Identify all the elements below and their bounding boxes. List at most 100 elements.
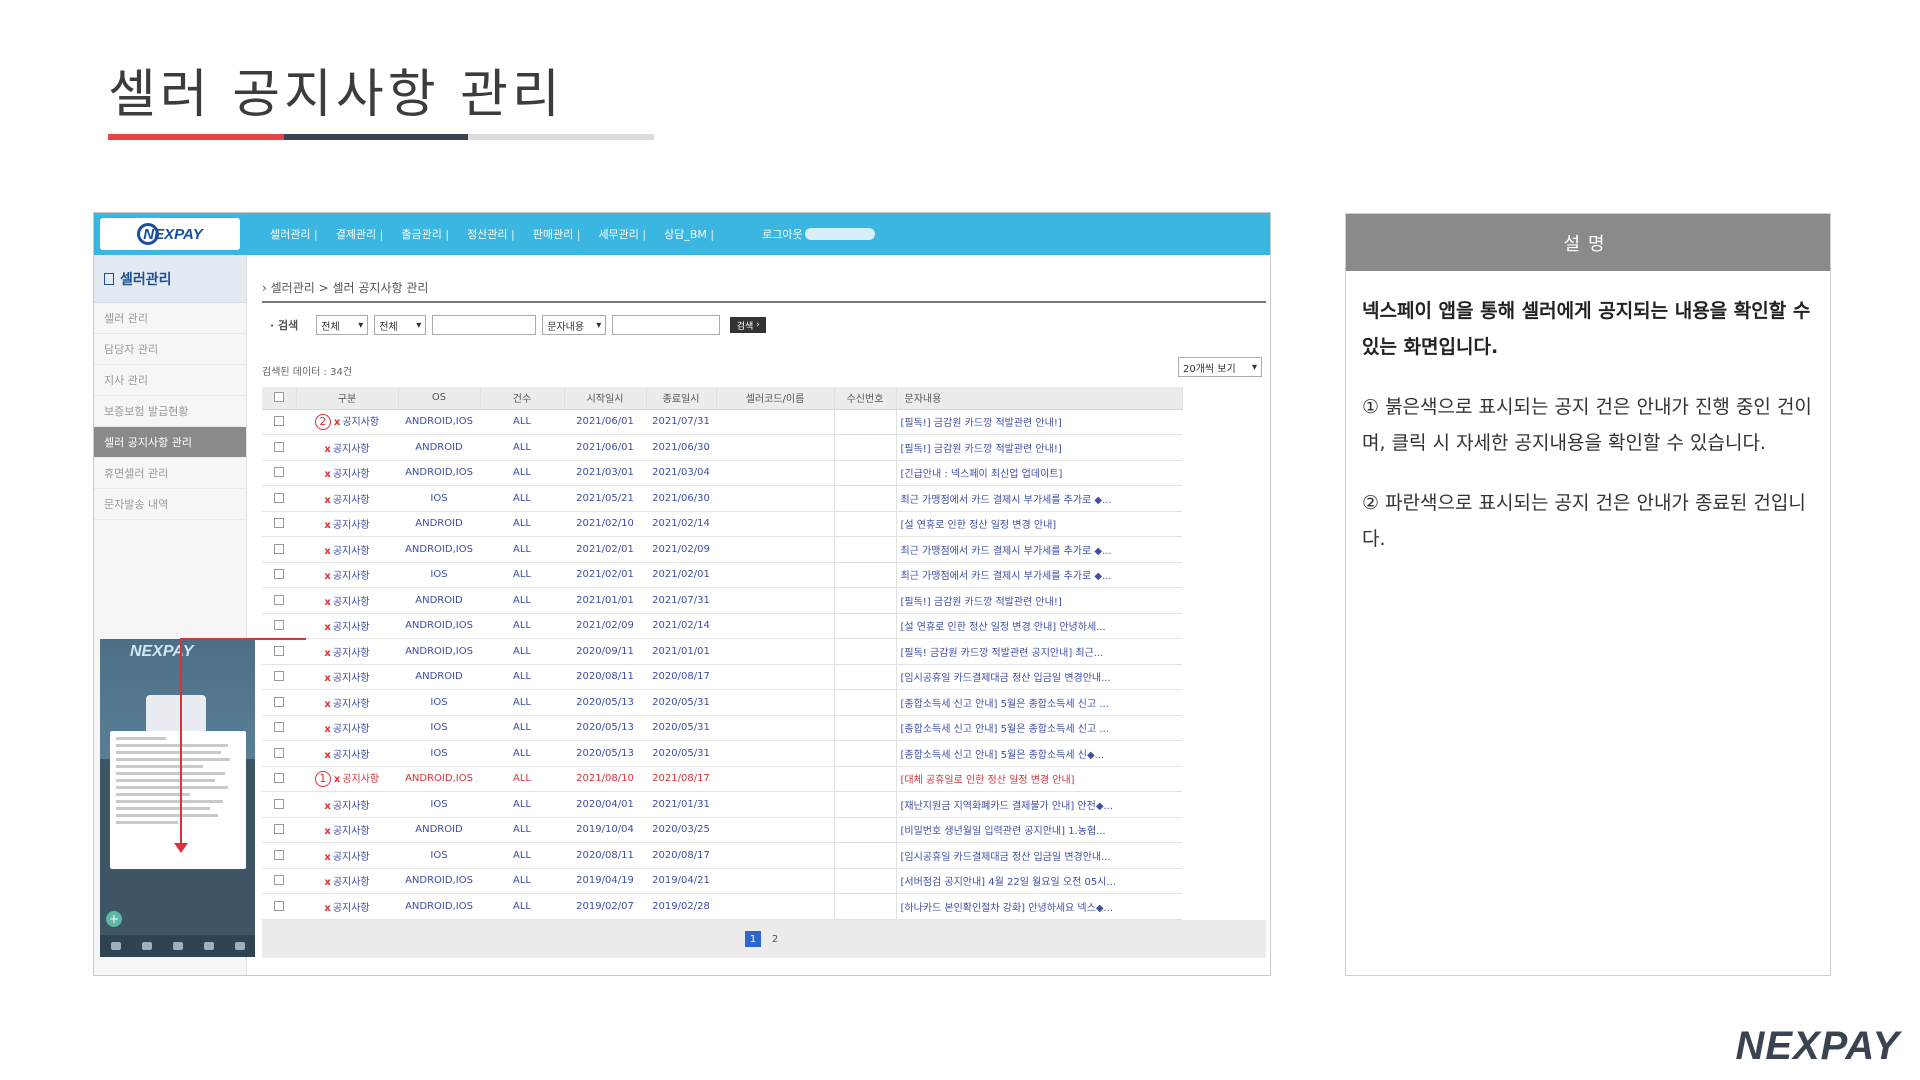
row-checkbox[interactable] [274,492,284,503]
row-checkbox[interactable] [274,467,284,478]
seller-cell [716,409,834,435]
row-checkbox[interactable] [274,824,284,835]
sidebar-item[interactable]: 보증보험 발급현황 [94,396,246,427]
row-checkbox[interactable] [274,441,284,452]
message-cell[interactable]: [종합소득세 신고 안내] 5월은 종합소득세 신고 ... [896,689,1182,716]
phone-cell [833,536,897,563]
menu-item[interactable]: 판매관리 [533,226,581,242]
row-checkbox[interactable] [274,594,284,605]
row-checkbox[interactable] [274,849,284,860]
message-cell[interactable]: [재난지원금 지역화폐카드 결제불가 안내] 안전◆... [896,791,1182,818]
message-cell[interactable]: [필독!] 금감원 카드깡 적발관련 안내!] [896,434,1182,461]
table-row[interactable]: x 공지사항 ANDROID,IOS ALL 2019/04/19 2019/04/21[… [262,867,1266,894]
page-button[interactable]: 2 [767,931,783,947]
message-cell[interactable]: [필독! 금감원 카드깡 적발관련 공지안내] 최근... [896,638,1182,665]
table-row[interactable]: x 공지사항 ANDROID,IOS ALL 2020/09/11 2021/01/01[… [262,638,1266,665]
message-cell[interactable]: [설 연휴로 인한 정산 일정 변경 안내] 안녕하세... [896,613,1182,639]
sidebar-item[interactable]: 셀러 관리 [94,303,246,334]
menu-item[interactable]: 결제관리 [336,226,384,242]
row-checkbox[interactable] [274,722,284,733]
row-checkbox[interactable] [274,798,284,809]
row-checkbox[interactable] [274,900,284,911]
message-cell[interactable]: [필독!] 금감원 카드깡 적발관련 안내!] [896,587,1182,614]
table-row[interactable]: x 공지사항 IOS ALL 2020/05/13 2020/05/31 [종합소득세 신고… [262,714,1266,741]
menu-item[interactable]: 상담_BM [664,226,714,242]
message-cell[interactable]: 최근 가맹점에서 카드 결제시 부가세를 추가로 ◆... [896,536,1182,563]
table-row[interactable]: x 공지사항 ANDROID ALL 2019/10/04 2020/03/25 [비밀번호… [262,816,1266,843]
row-checkbox[interactable] [274,416,284,427]
row-checkbox[interactable] [274,696,284,707]
row-checkbox[interactable] [274,569,284,580]
row-checkbox[interactable] [274,645,284,656]
app-logo[interactable]: NEXPAY [100,218,240,250]
count-cell: ALL [480,587,564,614]
search-input-2[interactable] [612,315,721,335]
table-row[interactable]: x 공지사항 ANDROID ALL 2020/08/11 2020/08/17 [임시공휴… [262,663,1266,690]
table-row[interactable]: x 공지사항 ANDROID ALL 2021/01/01 2021/07/31 [필독!]… [262,587,1266,614]
x-icon: x [333,417,341,429]
message-cell[interactable]: [필독!] 금감원 카드깡 적발관련 안내!] [896,409,1182,435]
table-row[interactable]: x 공지사항 IOS ALL 2020/08/11 2020/08/17 [임시공휴일 카드… [262,842,1266,869]
message-cell[interactable]: [대체 공휴일로 인한 정산 일정 변경 안내] [896,766,1182,792]
table-row[interactable]: x 공지사항 IOS ALL 2021/02/01 2021/02/01 최근 가맹점에서 … [262,561,1266,588]
sidebar-item[interactable]: 담당자 관리 [94,334,246,365]
table-row[interactable]: x 공지사항 IOS ALL 2020/04/01 2021/01/31 [재난지원금 지역… [262,791,1266,818]
table-row[interactable]: 2 x 공지사항 ANDROID,IOS ALL 2021/06/01 2021/07/31… [262,408,1266,435]
search-select-1[interactable]: 전체 ▾ [316,315,369,335]
message-cell[interactable]: [서버점검 공지안내] 4월 22일 월요일 오전 05시... [896,868,1182,894]
page-size-select[interactable]: 20개씩 보기 ▾ [1178,357,1262,377]
menu-item[interactable]: 정산관리 [467,226,515,242]
search-field-select[interactable]: 문자내용 ▾ [542,315,607,335]
os-cell: ANDROID,IOS [398,613,480,639]
menu-item[interactable]: 출금관리 [401,226,449,242]
row-checkbox[interactable] [274,875,284,886]
table-row[interactable]: x 공지사항 IOS ALL 2020/05/13 2020/05/31 [종합소득세 신고… [262,740,1266,767]
sidebar-item[interactable]: 지사 관리 [94,365,246,396]
row-checkbox[interactable] [274,518,284,529]
message-cell[interactable]: [설 연휴로 인한 정산 일정 변경 안내] [896,511,1182,537]
menu-item[interactable]: 세무관리 [598,226,646,242]
message-cell[interactable]: [비밀번호 생년월일 입력관련 공지안내] 1.농협... [896,817,1182,843]
row-checkbox[interactable] [274,773,284,784]
os-cell: ANDROID [398,664,480,690]
end-cell: 2021/01/01 [646,638,716,665]
table-row[interactable]: x 공지사항 IOS ALL 2021/05/21 2021/06/30 최근 가맹점에서 … [262,485,1266,512]
message-cell[interactable]: 최근 가맹점에서 카드 결제시 부가세를 추가로 ◆... [896,562,1182,588]
page-button[interactable]: 1 [745,931,761,947]
os-cell: ANDROID,IOS [398,893,480,920]
table-row[interactable]: x 공지사항 IOS ALL 2020/05/13 2020/05/31 [종합소득세 신고… [262,689,1266,716]
table-row[interactable]: 1 x 공지사항 ANDROID,IOS ALL 2021/08/10 2021/08/17… [262,765,1266,792]
table-row[interactable]: x 공지사항 ANDROID,IOS ALL 2021/03/01 2021/03/04[… [262,459,1266,486]
row-checkbox[interactable] [274,543,284,554]
end-cell: 2021/01/31 [646,791,716,818]
sidebar-item[interactable]: 문자발송 내역 [94,489,246,520]
select-all-checkbox[interactable] [273,392,284,403]
table-row[interactable]: x 공지사항 ANDROID ALL 2021/02/10 2021/02/14 [설 연휴… [262,510,1266,537]
table-row[interactable]: x 공지사항 ANDROID,IOS ALL 2021/02/01 2021/02/09 최… [262,536,1266,563]
row-checkbox[interactable] [274,747,284,758]
phone-cell [833,485,897,512]
x-icon: x [324,800,331,812]
message-cell[interactable]: [임시공휴일 카드결제대금 정산 입금일 변경안내... [896,842,1182,869]
message-cell[interactable]: [하나카드 본인확인절차 강화] 안녕하세요 넥스◆... [896,893,1182,920]
table-row[interactable]: x 공지사항 ANDROID,IOS ALL 2021/02/09 2021/02/14[… [262,612,1266,639]
sidebar-item[interactable]: 휴면셀러 관리 [94,458,246,489]
row-checkbox[interactable] [274,620,284,631]
search-button[interactable]: 검색 › [730,317,767,333]
message-cell[interactable]: [종합소득세 신고 안내] 5월은 종합소득세 신고 ... [896,715,1182,741]
row-checkbox[interactable] [274,671,284,682]
os-cell: ANDROID,IOS [398,868,480,894]
count-cell: ALL [480,613,564,639]
search-select-2[interactable]: 전체 ▾ [374,315,427,335]
message-cell[interactable]: [종합소득세 신고 안내] 5월은 종합소득세 신◆... [896,740,1182,767]
menu-item[interactable]: 셀러관리 [270,226,318,242]
message-cell[interactable]: 최근 가맹점에서 카드 결제시 부가세를 추가로 ◆... [896,485,1182,512]
message-cell[interactable]: [긴급안내 : 넥스페이 최신업 업데이트] [896,460,1182,486]
table-row[interactable]: x 공지사항 ANDROID ALL 2021/06/01 2021/06/30 [필독!]… [262,434,1266,461]
sidebar-item[interactable]: 셀러 공지사항 관리 [94,427,246,458]
table-row[interactable]: x 공지사항 ANDROID,IOS ALL 2019/02/07 2019/02/28[… [262,893,1266,920]
message-cell[interactable]: [임시공휴일 카드결제대금 정산 입금일 변경안내... [896,664,1182,690]
count-cell: ALL [480,893,564,920]
logout-link[interactable]: 로그아웃 [762,226,875,242]
search-input-1[interactable] [432,315,537,335]
